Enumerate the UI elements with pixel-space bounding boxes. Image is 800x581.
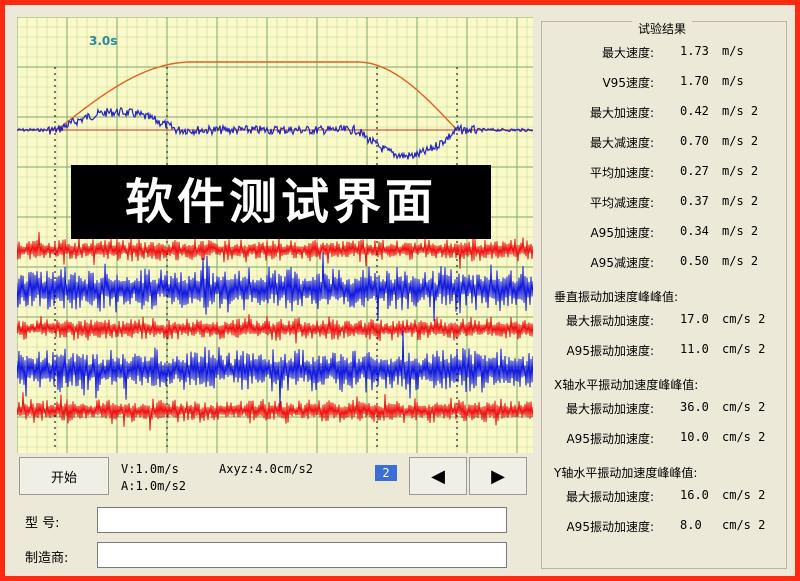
result-label: 最大减速度: <box>589 136 654 150</box>
overlay-title: 软件测试界面 <box>71 165 491 239</box>
result-label: 最大振动加速度: <box>565 314 654 328</box>
result-row: A95减速度: 0.50 m/s 2 <box>542 254 786 274</box>
result-value: 8.0 <box>680 518 702 532</box>
result-label: A95减速度: <box>590 256 654 270</box>
result-label: 最大振动加速度: <box>565 490 654 504</box>
result-label: 最大振动加速度: <box>565 402 654 416</box>
result-row: A95加速度: 0.34 m/s 2 <box>542 224 786 244</box>
prev-page-button[interactable]: ◀ <box>409 457 467 495</box>
result-label: A95振动加速度: <box>566 344 654 358</box>
result-value: 1.70 <box>680 74 709 88</box>
vibration-scale-readout: Axyz:4.0cm/s2 <box>219 462 313 476</box>
result-value: 1.73 <box>680 44 709 58</box>
results-section-title: 垂直振动加速度峰峰值: <box>554 290 679 304</box>
page-number: 2 <box>375 465 397 481</box>
result-unit: m/s <box>722 44 744 58</box>
results-section-title: Y轴水平振动加速度峰峰值: <box>554 466 698 480</box>
result-row: 最大减速度: 0.70 m/s 2 <box>542 134 786 154</box>
result-label: 平均加速度: <box>589 166 654 180</box>
result-unit: m/s 2 <box>722 224 759 238</box>
results-panel: 试验结果 最大速度: 1.73 m/s V95速度: 1.70 m/s 最大加速度: 0.42… <box>541 20 787 569</box>
result-value: 36.0 <box>680 400 709 414</box>
result-label: 最大速度: <box>601 46 654 60</box>
result-value: 0.50 <box>680 254 709 268</box>
result-label: 平均减速度: <box>589 196 654 210</box>
result-label: 最大加速度: <box>589 106 654 120</box>
result-unit: cm/s 2 <box>722 400 766 414</box>
result-value: 0.34 <box>680 224 709 238</box>
result-label: A95加速度: <box>590 226 654 240</box>
result-unit: m/s 2 <box>722 164 759 178</box>
model-input[interactable] <box>97 507 507 533</box>
result-unit: m/s <box>722 74 744 88</box>
results-title: 试验结果 <box>632 20 693 37</box>
accel-scale-readout: A:1.0m/s2 <box>121 479 187 493</box>
manufacturer-label: 制造商: <box>25 551 69 566</box>
result-unit: m/s 2 <box>722 194 759 208</box>
result-value: 11.0 <box>680 342 709 356</box>
results-section-title: X轴水平振动加速度峰峰值: <box>554 378 699 392</box>
result-value: 0.42 <box>680 104 709 118</box>
triangle-right-icon: ▶ <box>491 465 505 487</box>
result-value: 10.0 <box>680 430 709 444</box>
result-label: A95振动加速度: <box>566 432 654 446</box>
result-unit: m/s 2 <box>722 104 759 118</box>
result-unit: m/s 2 <box>722 254 759 268</box>
result-row: V95速度: 1.70 m/s <box>542 74 786 94</box>
result-unit: cm/s 2 <box>722 518 766 532</box>
result-unit: cm/s 2 <box>722 488 766 502</box>
start-button[interactable]: 开始 <box>19 457 109 495</box>
model-label: 型 号: <box>25 516 60 531</box>
result-unit: cm/s 2 <box>722 312 766 326</box>
result-row: 最大加速度: 0.42 m/s 2 <box>542 104 786 124</box>
result-value: 0.37 <box>680 194 709 208</box>
triangle-left-icon: ◀ <box>431 465 445 487</box>
result-unit: m/s 2 <box>722 134 759 148</box>
result-row: 最大振动加速度: 36.0 cm/s 2 <box>542 400 786 420</box>
result-value: 0.27 <box>680 164 709 178</box>
result-value: 17.0 <box>680 312 709 326</box>
result-row: 最大振动加速度: 17.0 cm/s 2 <box>542 312 786 332</box>
result-row: 最大振动加速度: 16.0 cm/s 2 <box>542 488 786 508</box>
result-row: 最大速度: 1.73 m/s <box>542 44 786 64</box>
result-unit: cm/s 2 <box>722 342 766 356</box>
result-row: 平均加速度: 0.27 m/s 2 <box>542 164 786 184</box>
next-page-button[interactable]: ▶ <box>469 457 527 495</box>
result-row: 平均减速度: 0.37 m/s 2 <box>542 194 786 214</box>
result-row: A95振动加速度: 8.0 cm/s 2 <box>542 518 786 538</box>
manufacturer-input[interactable] <box>97 542 507 568</box>
result-value: 0.70 <box>680 134 709 148</box>
time-label: 3.0s <box>89 34 117 48</box>
result-row: A95振动加速度: 11.0 cm/s 2 <box>542 342 786 362</box>
velocity-scale-readout: V:1.0m/s <box>121 462 179 476</box>
result-unit: cm/s 2 <box>722 430 766 444</box>
result-value: 16.0 <box>680 488 709 502</box>
result-label: V95速度: <box>602 76 654 90</box>
result-label: A95振动加速度: <box>566 520 654 534</box>
result-row: A95振动加速度: 10.0 cm/s 2 <box>542 430 786 450</box>
app-frame: 3.0sZZXXYY 软件测试界面 试验结果 最大速度:1.73m/sV95速度… <box>0 0 800 581</box>
